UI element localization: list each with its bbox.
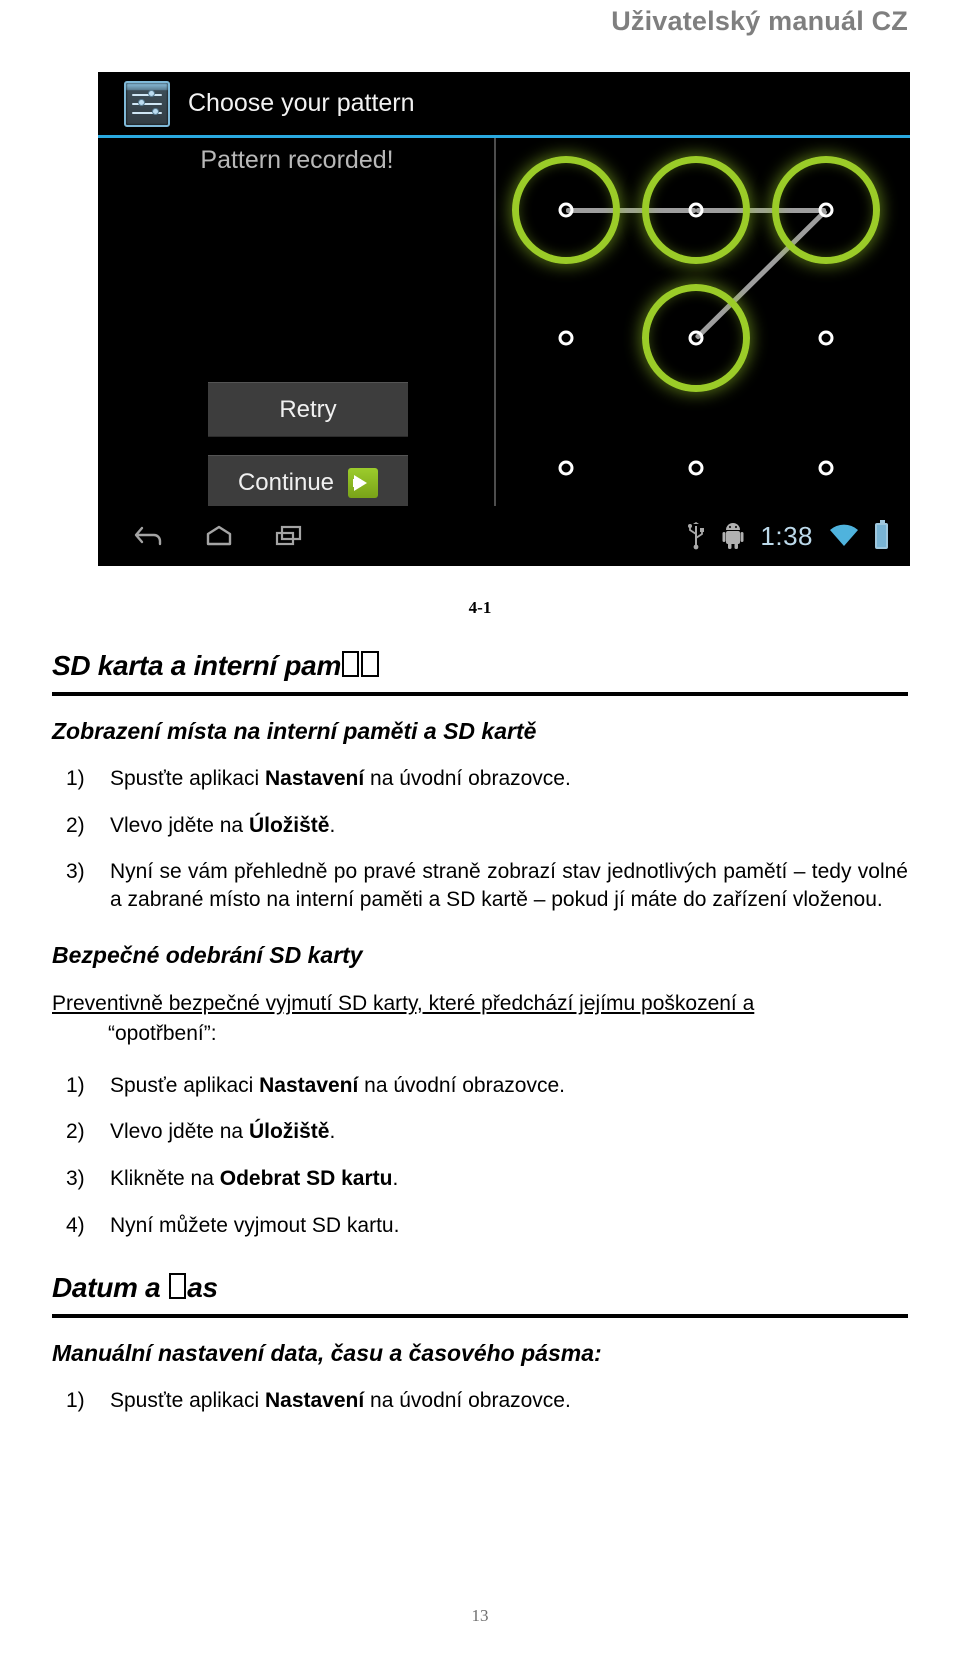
step-number: 1) (66, 1073, 85, 1097)
pattern-dot[interactable] (688, 330, 704, 346)
pattern-dot[interactable] (818, 330, 834, 346)
recent-apps-icon[interactable] (274, 525, 304, 547)
date-time-heading-pre: Datum a (52, 1271, 168, 1303)
subheading-storage-display: Zobrazení místa na interní paměti a SD k… (52, 718, 537, 744)
step-item: 4) Nyní můžete vyjmout SD kartu. (52, 1212, 908, 1240)
step-number: 2) (66, 1120, 85, 1144)
section-divider (52, 1313, 908, 1318)
settings-sliders-icon (124, 80, 170, 127)
step-text: Spusťte aplikaci Nastavení na úvodní obr… (110, 1388, 571, 1412)
android-robot-icon (722, 522, 744, 550)
page-number: 13 (471, 1606, 489, 1625)
step-item: 3) Klikněte na Odebrat SD kartu. (52, 1165, 908, 1193)
step-item: 2) Vlevo jděte na Úložiště. (52, 1118, 908, 1146)
section-heading-text: SD karta a interní pam (52, 650, 342, 681)
pattern-right-pane[interactable] (498, 138, 910, 506)
pattern-status-message: Pattern recorded! (200, 146, 394, 174)
missing-glyph-box (168, 1272, 187, 1299)
step-text: Vlevo jděte na Úložiště. (110, 1120, 336, 1144)
missing-glyph-box (342, 651, 360, 677)
steps-list-storage: 1) Spusťte aplikaci Nastavení na úvodní o… (52, 765, 908, 914)
step-number: 1) (66, 767, 85, 790)
pattern-dot[interactable] (818, 202, 834, 218)
subheading-manual-datetime: Manuální nastavení data, času a časového… (52, 1339, 602, 1366)
subheading-safe-removal: Bezpečné odebrání SD karty (52, 941, 363, 968)
figure-body: Pattern recorded! Retry Continue (98, 138, 910, 510)
safe-removal-line1: Preventivně bezpečné vyjmutí SD karty, k… (52, 991, 755, 1015)
step-emphasis: Nastavení (264, 1388, 365, 1412)
step-emphasis: Nastavení (264, 767, 365, 790)
pattern-dot[interactable] (688, 202, 704, 218)
screen-title: Choose your pattern (188, 89, 415, 117)
safe-removal-description: Preventivně bezpečné vyjmutí SD karty, k… (52, 989, 908, 1050)
continue-button-label: Continue (237, 468, 335, 496)
pattern-left-pane: Pattern recorded! Retry Continue (98, 138, 496, 510)
safe-removal-line2: “opotřbení”: (108, 1022, 217, 1046)
step-text: Nyní můžete vyjmout SD kartu. (110, 1213, 400, 1237)
pattern-dot[interactable] (688, 460, 704, 476)
navbar-left-group (98, 525, 304, 547)
step-item: 3) Nyní se vám přehledně po pravé straně … (52, 858, 908, 913)
steps-list-safe-removal: 1) Spusťe aplikaci Nastavení na úvodní ob… (52, 1072, 908, 1240)
step-number: 2) (66, 813, 85, 837)
android-screenshot-figure: Choose your pattern Pattern recorded! Re… (98, 72, 910, 566)
pattern-dot[interactable] (558, 460, 574, 476)
step-number: 4) (66, 1213, 85, 1237)
battery-icon (875, 520, 888, 549)
step-text: Klikněte na Odebrat SD kartu. (110, 1167, 399, 1191)
navbar-status-group: 1:38 (686, 520, 910, 552)
missing-glyph-box (361, 651, 379, 677)
home-icon[interactable] (204, 525, 234, 547)
section-heading-sd-card: SD karta a interní pam (52, 650, 908, 692)
section-divider (52, 692, 908, 696)
wifi-icon (829, 524, 859, 548)
step-text: Spusťte aplikaci Nastavení na úvodní obr… (110, 767, 571, 790)
date-time-heading-post: as (187, 1271, 218, 1303)
android-navigation-bar: 1:38 (98, 506, 910, 566)
retry-button[interactable]: Retry (208, 382, 408, 437)
step-number: 3) (66, 860, 85, 884)
step-number: 3) (66, 1167, 85, 1191)
figure-caption: 4-1 (468, 598, 492, 617)
step-text: Vlevo jděte na Úložiště. (110, 813, 336, 837)
step-number: 1) (66, 1388, 85, 1412)
usb-icon (686, 522, 706, 550)
back-arrow-icon[interactable] (134, 525, 164, 547)
green-arrow-icon (348, 467, 379, 498)
figure-title-bar: Choose your pattern (98, 72, 910, 138)
status-clock: 1:38 (760, 520, 813, 551)
step-emphasis: Úložiště (248, 813, 330, 837)
step-emphasis: Odebrat SD kartu (219, 1167, 393, 1191)
step-item: 1) Spusťe aplikaci Nastavení na úvodní ob… (52, 1072, 908, 1100)
step-text: Nyní se vám přehledně po pravé straně zo… (110, 860, 908, 912)
step-item: 2) Vlevo jděte na Úložiště. (52, 812, 908, 840)
pattern-dot[interactable] (818, 460, 834, 476)
section-heading-date-time: Datum a as (52, 1272, 908, 1314)
step-emphasis: Nastavení (259, 1073, 359, 1097)
steps-list-datetime: 1) Spusťte aplikaci Nastavení na úvodní o… (52, 1387, 908, 1415)
step-item: 1) Spusťte aplikaci Nastavení na úvodní o… (52, 765, 908, 793)
step-item: 1) Spusťte aplikaci Nastavení na úvodní o… (52, 1387, 908, 1415)
step-text: Spusťe aplikaci Nastavení na úvodní obra… (110, 1073, 565, 1097)
continue-button[interactable]: Continue (208, 455, 408, 510)
pattern-dot[interactable] (558, 202, 574, 218)
pattern-lock-grid[interactable] (498, 138, 910, 506)
pattern-dot[interactable] (558, 330, 574, 346)
document-running-header: Uživatelský manuál CZ (611, 6, 908, 36)
document-body: SD karta a interní pam Zobrazení místa n… (0, 650, 960, 1433)
step-emphasis: Úložiště (248, 1120, 330, 1144)
retry-button-label: Retry (279, 395, 337, 423)
